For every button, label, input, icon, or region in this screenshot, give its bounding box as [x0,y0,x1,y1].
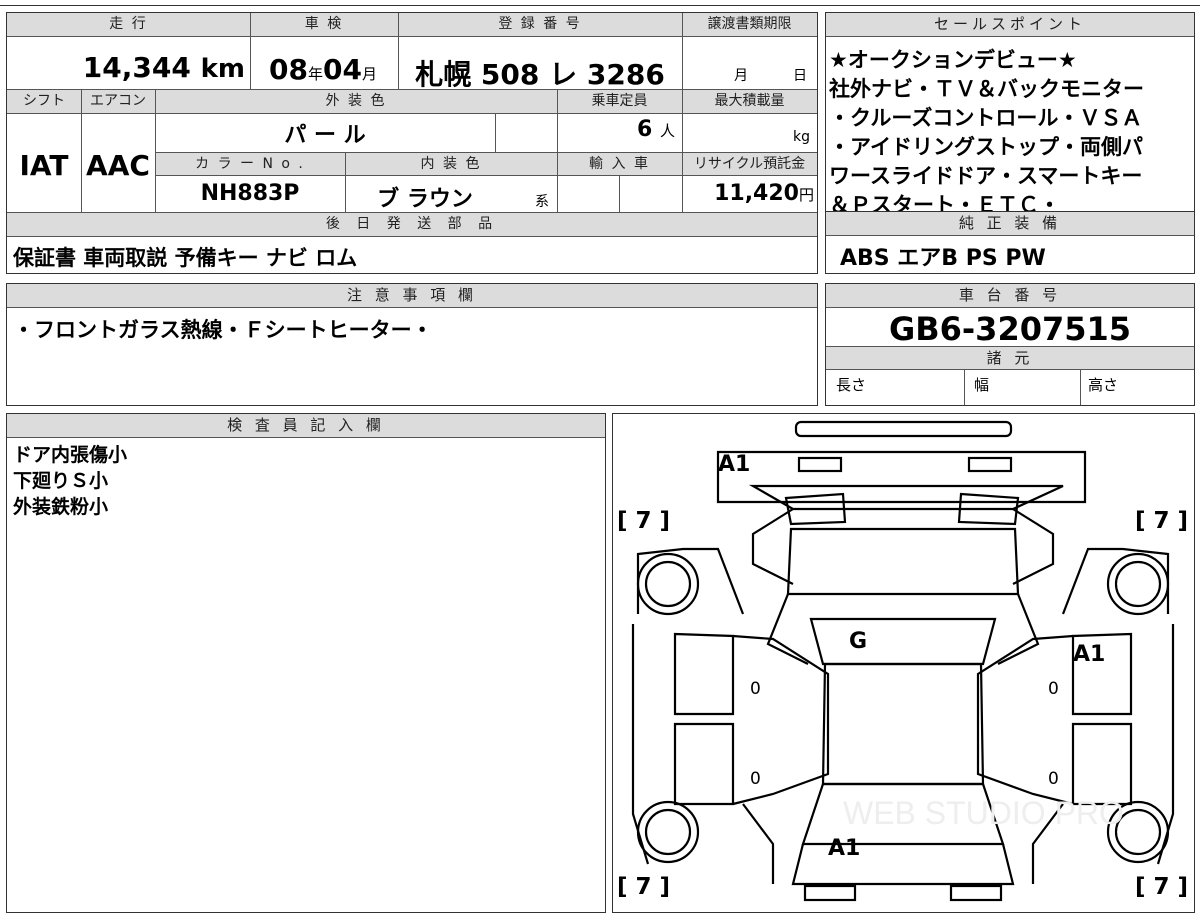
shift-value: IAT [19,149,69,182]
capacity-value: 6 人 [637,117,675,142]
import-header: 輸 入 車 [557,152,682,176]
sales-point-line: 社外ナビ・ＴＶ＆バックモニター [829,77,1144,101]
tire-score-rear-right: [ 7 ] [1135,874,1189,900]
score-right-front-door: 0 [1048,679,1059,699]
inspector-header: 検 査 員 記 入 欄 [7,414,605,438]
color-no-header: カ ラ ー N o . [155,152,345,176]
car-diagram: WEB STUDIO PRO [631,420,1175,902]
recycle-value: 11,420円 [714,181,814,206]
registration-number: 札幌 508 レ 3286 [415,58,665,91]
chassis-number: GB6-3207515 [888,310,1132,348]
vehicle-info-table: 走 行 車 検 登 録 番 号 譲渡書類期限 14,344 km 08年04月 … [6,12,818,274]
max-load-unit: kg [793,129,810,145]
score-left-rear-door: 0 [750,769,761,789]
damage-label-rear: A1 [828,836,861,861]
watermark-text: WEB STUDIO PRO [843,795,1124,831]
transfer-deadline-header: 譲渡書類期限 [682,13,817,37]
length-label: 長さ [836,376,867,394]
damage-label-front-bumper: A1 [718,452,751,477]
top-edge-remnant [0,0,1200,6]
tire-score-rear-left: [ 7 ] [617,874,671,900]
inspection-header: 車 検 [250,13,398,37]
aircon-header: エアコン [81,90,155,114]
inspector-note: 下廻りＳ小 [13,470,109,492]
later-parts-header: 後 日 発 送 部 品 [7,213,817,237]
sales-points-list: ★オークションデビュー★ 社外ナビ・ＴＶ＆バックモニター ・クルーズコントロール… [829,46,1144,220]
chassis-header: 車 台 番 号 [826,284,1194,308]
damage-label-right-front: A1 [1073,642,1106,667]
interior-color-suffix: 系 [535,194,549,210]
equipment-value: ABS エアB PS PW [840,246,1046,271]
aircon-value: AAC [86,149,150,182]
inspector-note: ドア内張傷小 [13,444,128,466]
recycle-header: リサイクル預託金 [682,152,817,176]
transfer-month-unit: 月 [734,68,748,84]
caution-value: ・フロントガラス熱線・Ｆシートヒーター・ [13,318,433,342]
transfer-day-unit: 日 [793,68,807,84]
inspector-box: 検 査 員 記 入 欄 ドア内張傷小 下廻りＳ小 外装鉄粉小 [6,413,606,913]
inspector-notes: ドア内張傷小 下廻りＳ小 外装鉄粉小 [13,442,127,520]
shift-header: シフト [7,90,81,114]
caution-box: 注 意 事 項 欄 ・フロントガラス熱線・Ｆシートヒーター・ [6,283,818,406]
tire-score-front-right: [ 7 ] [1135,508,1189,534]
score-right-rear-door: 0 [1048,769,1059,789]
sales-points-box: セールスポイント ★オークションデビュー★ 社外ナビ・ＴＶ＆バックモニター ・ク… [825,12,1195,217]
damage-label-windshield: G [849,629,868,654]
equipment-box: 純 正 装 備 ABS エアB PS PW [825,211,1195,274]
exterior-color-header: 外 装 色 [155,90,557,114]
sales-point-line: ・アイドリングストップ・両側パ [829,135,1143,159]
caution-header: 注 意 事 項 欄 [7,284,817,308]
spec-header: 諸 元 [826,346,1194,370]
color-no-value: NH883P [200,181,300,206]
height-label: 高さ [1088,376,1119,394]
interior-color-value: ブ ラウン [377,187,473,212]
mileage-value: 14,344 km [82,51,245,84]
exterior-color-value: パ ー ル [284,123,366,148]
max-load-header: 最大積載量 [682,90,817,114]
sales-point-line: ・クルーズコントロール・ＶＳＡ [829,106,1143,130]
sales-point-line: ★オークションデビュー★ [829,48,1077,72]
tire-score-front-left: [ 7 ] [617,508,671,534]
sales-points-header: セールスポイント [826,13,1194,37]
score-left-front-door: 0 [750,679,761,699]
mileage-header: 走 行 [7,13,250,37]
inspection-date: 08年04月 [269,53,377,86]
width-label: 幅 [974,376,990,394]
interior-color-header: 内 装 色 [345,152,557,176]
equipment-header: 純 正 装 備 [826,212,1194,236]
registration-header: 登 録 番 号 [398,13,682,37]
inspector-note: 外装鉄粉小 [13,496,109,518]
damage-diagram-box: WEB STUDIO PRO A1 G A1 A1 0 0 0 0 [ 7 ] … [612,413,1195,913]
sales-point-line: ワースライドドア・スマートキー [829,164,1143,188]
later-parts-value: 保証書 車両取説 予備キー ナビ ロム [13,246,358,270]
chassis-box: 車 台 番 号 GB6-3207515 諸 元 長さ 幅 高さ [825,283,1195,406]
capacity-header: 乗車定員 [557,90,682,114]
